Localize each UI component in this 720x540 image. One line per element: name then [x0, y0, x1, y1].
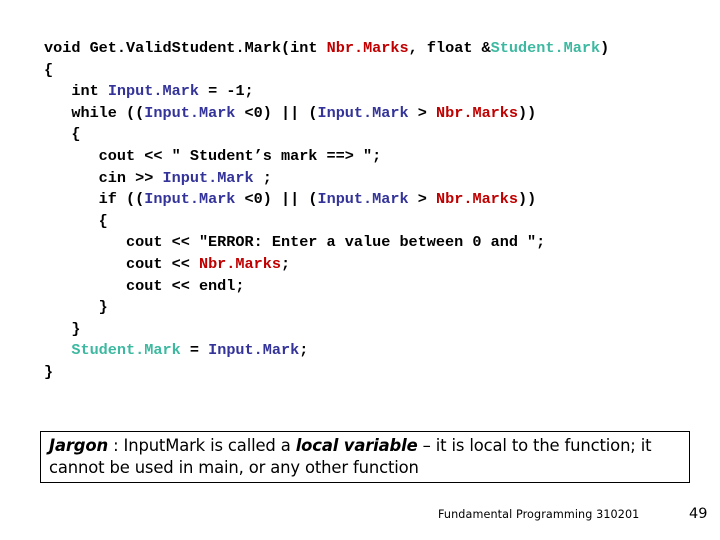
- code-token: }: [44, 298, 108, 317]
- code-token: Input: [107, 82, 154, 101]
- code-token: Input: [144, 103, 190, 122]
- code-token: Nbr: [198, 254, 227, 273]
- code-token: <0) || (: [235, 103, 318, 122]
- code-token: Nbr: [435, 103, 464, 122]
- code-line: cout << Nbr.Marks;: [44, 254, 704, 276]
- code-token: .: [208, 168, 218, 187]
- code-line: cout << " Student’s mark ==> ";: [44, 146, 704, 168]
- code-line: cout << "ERROR: Enter a value between 0 …: [44, 232, 704, 254]
- code-token: cout << " Student’s mark ==> ";: [44, 146, 382, 165]
- code-token: ;: [299, 341, 309, 360]
- code-token: Mark: [372, 103, 409, 122]
- code-token: Nbr: [435, 190, 464, 209]
- code-token: <0) || (: [235, 190, 318, 209]
- code-token: ): [600, 39, 610, 57]
- code-line: while ((Input.Mark <0) || (Input.Mark > …: [44, 103, 704, 125]
- code-token: cout << endl;: [44, 276, 245, 295]
- code-token: )): [518, 103, 537, 122]
- code-token: .: [135, 341, 145, 360]
- code-token: cin >>: [44, 168, 163, 187]
- code-token: int: [44, 82, 108, 101]
- code-token: Mark: [563, 39, 601, 57]
- code-token: , float &: [408, 39, 491, 57]
- code-token: .: [116, 39, 127, 57]
- code-token: Marks: [472, 103, 519, 122]
- code-token: >: [408, 190, 436, 209]
- footer-course-label: Fundamental Programming 310201: [438, 508, 640, 521]
- code-token: Mark: [162, 82, 199, 101]
- code-token: cout << "ERROR: Enter a value between 0 …: [44, 233, 546, 252]
- footer-page-number: 49: [689, 506, 708, 522]
- code-token: Mark: [262, 341, 300, 360]
- code-line: }: [44, 362, 704, 384]
- code-line: {: [44, 60, 704, 82]
- code-token: Marks: [472, 190, 519, 209]
- code-token: void Get: [44, 39, 117, 57]
- code-line: void Get.ValidStudent.Mark(int Nbr.Marks…: [44, 38, 704, 60]
- code-token: Mark: [217, 168, 254, 187]
- code-line: int Input.Mark = -1;: [44, 81, 704, 103]
- code-token: .: [363, 190, 373, 209]
- code-token: Marks: [235, 254, 281, 273]
- code-token: Mark(int: [244, 39, 327, 57]
- code-token: Mark: [144, 341, 181, 360]
- code-token: {: [44, 211, 108, 230]
- jargon-emphasis: local variable: [295, 436, 418, 455]
- code-token: Input: [162, 168, 209, 187]
- code-token: Student: [171, 39, 236, 57]
- code-token: Valid: [126, 39, 172, 57]
- code-line: if ((Input.Mark <0) || (Input.Mark > Nbr…: [44, 189, 704, 211]
- code-token: Mark: [198, 190, 236, 209]
- code-line: Student.Mark = Input.Mark;: [44, 340, 704, 362]
- code-token: ;: [253, 168, 272, 187]
- code-token: }: [44, 362, 54, 381]
- code-token: Nbr: [326, 39, 354, 57]
- code-token: Marks: [363, 39, 409, 57]
- code-token: ;: [281, 254, 291, 273]
- code-token: Student: [490, 39, 555, 57]
- jargon-text-before: InputMark is called a: [123, 436, 296, 455]
- code-token: Mark: [372, 190, 409, 209]
- code-token: Input: [317, 190, 364, 209]
- code-token: cout <<: [44, 254, 199, 273]
- code-token: .: [554, 39, 564, 57]
- jargon-callout-box: Jargon : InputMark is called a local var…: [40, 431, 690, 483]
- code-token: )): [518, 190, 537, 209]
- code-token: = -1;: [198, 82, 254, 101]
- code-token: while ((: [44, 103, 145, 122]
- code-token: .: [189, 103, 199, 122]
- code-token: >: [408, 103, 436, 122]
- jargon-label: Jargon: [49, 436, 109, 455]
- code-token: {: [44, 60, 54, 79]
- jargon-separator: :: [108, 436, 124, 455]
- code-token: .: [363, 103, 373, 122]
- jargon-text: Jargon : InputMark is called a local var…: [49, 435, 685, 479]
- code-listing: void Get.ValidStudent.Mark(int Nbr.Marks…: [44, 38, 704, 384]
- code-token: Input: [144, 190, 190, 209]
- code-token: .: [253, 341, 263, 360]
- code-token: .: [189, 190, 199, 209]
- code-token: .: [235, 39, 245, 57]
- code-token: Mark: [198, 103, 236, 122]
- code-token: =: [180, 341, 209, 360]
- code-token: Input: [317, 103, 364, 122]
- code-token: .: [153, 82, 163, 101]
- code-line: {: [44, 211, 704, 233]
- code-line: cin >> Input.Mark ;: [44, 168, 704, 190]
- code-line: }: [44, 297, 704, 319]
- code-line: cout << endl;: [44, 276, 704, 298]
- code-token: if ((: [44, 190, 145, 209]
- code-line: {: [44, 124, 704, 146]
- code-token: .: [353, 39, 364, 57]
- code-token: }: [44, 319, 81, 338]
- code-line: }: [44, 319, 704, 341]
- code-token: Input: [208, 341, 254, 360]
- code-token: Student: [71, 341, 136, 360]
- code-token: {: [44, 125, 81, 144]
